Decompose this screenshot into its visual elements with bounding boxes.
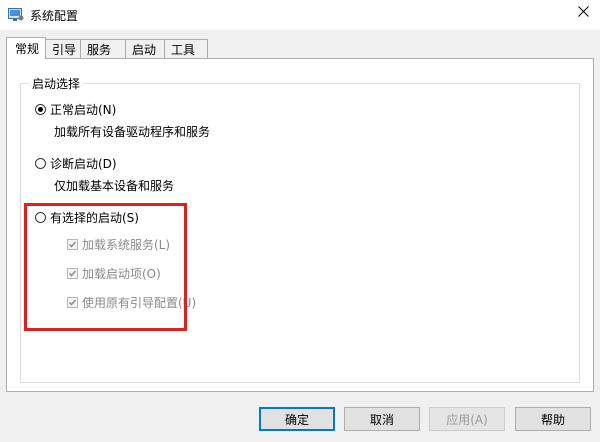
diagnostic-startup-radio[interactable]: 诊断启动(D) [35, 155, 117, 172]
help-button[interactable]: 帮助 [515, 407, 591, 431]
radio-button-checked[interactable] [35, 104, 46, 115]
normal-startup-label: 正常启动(N) [50, 103, 117, 117]
tab-services[interactable]: 服务 [80, 39, 126, 58]
system-config-window: 系统配置 常规 引导 服务 启动 工具 启动选择 正常启动(N) 加载所有设备驱… [0, 0, 600, 442]
selective-startup-radio[interactable]: 有选择的启动(S) [35, 209, 139, 226]
general-tab-panel: 启动选择 正常启动(N) 加载所有设备驱动程序和服务 诊断启动(D) 仅加载基本… [6, 58, 594, 392]
diagnostic-startup-label: 诊断启动(D) [50, 157, 117, 171]
selective-startup-label: 有选择的启动(S) [50, 211, 139, 225]
load-startup-items-label: 加载启动项(O) [82, 267, 161, 281]
checkbox-checked-disabled[interactable] [67, 268, 78, 279]
tab-strip: 常规 引导 服务 启动 工具 [6, 37, 208, 59]
radio-button[interactable] [35, 158, 46, 169]
close-icon [577, 6, 589, 20]
title-bar: 系统配置 [0, 0, 600, 30]
ok-button[interactable]: 确定 [259, 407, 335, 431]
tab-tools[interactable]: 工具 [164, 39, 208, 58]
use-original-boot-config-label: 使用原有引导配置(U) [82, 296, 197, 310]
load-system-services-label: 加载系统服务(L) [82, 238, 171, 252]
tab-general[interactable]: 常规 [6, 37, 46, 59]
radio-button[interactable] [35, 212, 46, 223]
checkbox-checked-disabled[interactable] [67, 239, 78, 250]
cancel-button[interactable]: 取消 [344, 407, 420, 431]
close-button[interactable] [566, 0, 600, 26]
diagnostic-startup-description: 仅加载基本设备和服务 [54, 179, 175, 193]
normal-startup-description: 加载所有设备驱动程序和服务 [54, 125, 211, 139]
use-original-boot-config-checkbox[interactable]: 使用原有引导配置(U) [67, 294, 196, 311]
normal-startup-radio[interactable]: 正常启动(N) [35, 101, 116, 118]
group-label: 启动选择 [29, 75, 84, 92]
apply-button[interactable]: 应用(A) [429, 407, 505, 431]
msconfig-icon [8, 8, 24, 22]
window-title: 系统配置 [30, 9, 79, 23]
tab-startup[interactable]: 启动 [125, 39, 165, 58]
load-startup-items-checkbox[interactable]: 加载启动项(O) [67, 265, 161, 282]
checkbox-checked-disabled[interactable] [67, 297, 78, 308]
load-system-services-checkbox[interactable]: 加载系统服务(L) [67, 236, 170, 253]
tab-boot[interactable]: 引导 [45, 39, 81, 58]
